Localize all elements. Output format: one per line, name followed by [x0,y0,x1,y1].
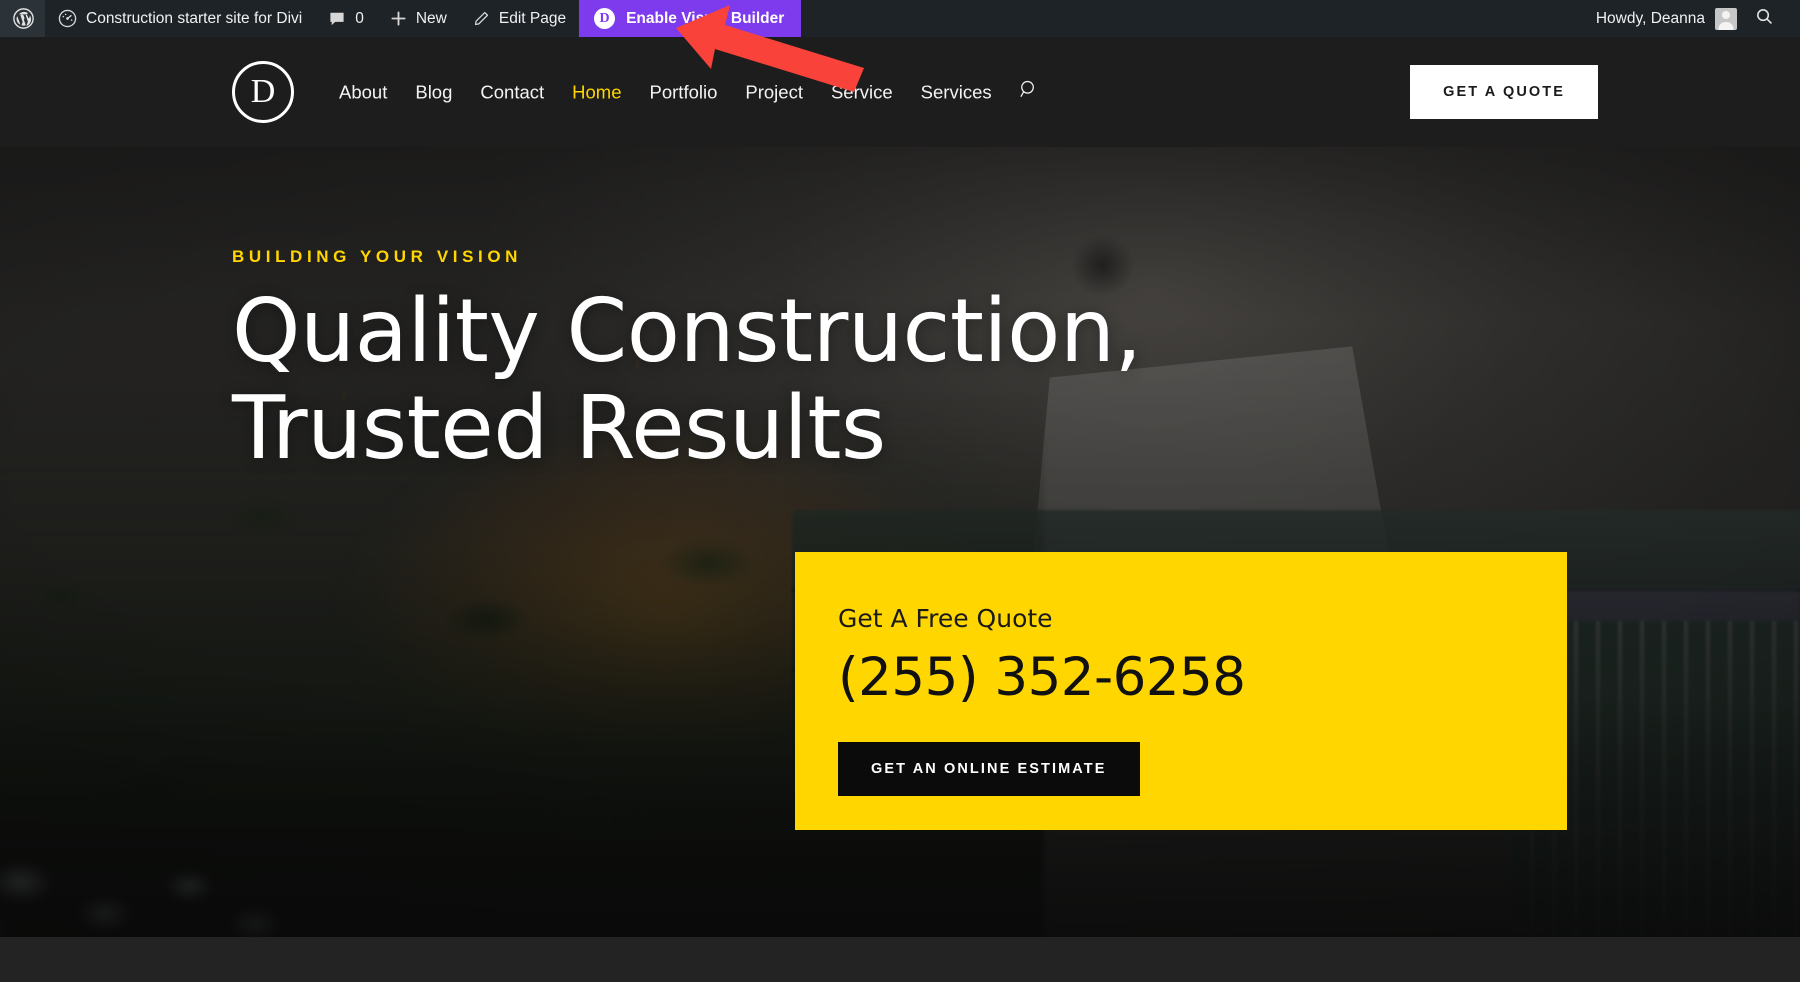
dashboard-speedometer-icon [58,9,77,28]
page-footer-strip [0,937,1800,982]
hero-eyebrow: BUILDING YOUR VISION [232,247,523,266]
get-a-quote-button[interactable]: GET A QUOTE [1410,65,1598,119]
comments-count: 0 [355,9,364,27]
search-icon [1755,7,1774,31]
search-icon [1018,79,1040,106]
site-logo[interactable]: D [232,61,294,123]
site-header: D About Blog Contact Home Portfolio Proj… [0,37,1800,147]
free-quote-title: Get A Free Quote [838,604,1053,633]
admin-search-button[interactable] [1747,0,1786,37]
nav-item-portfolio[interactable]: Portfolio [636,81,732,103]
account-menu[interactable]: Howdy, Deanna [1586,0,1747,37]
new-content-menu[interactable]: New [377,0,460,37]
hero-section: BUILDING YOUR VISION Quality Constructio… [0,147,1800,937]
howdy-label: Howdy, Deanna [1595,9,1705,27]
divi-d-icon: D [594,8,616,29]
hero-headline-line-2: Trusted Results [232,376,886,479]
wordpress-logo-menu[interactable] [0,0,45,37]
free-quote-phone[interactable]: (255) 352-6258 [838,647,1567,708]
nav-search-button[interactable] [1006,79,1040,106]
wordpress-icon [13,8,34,29]
enable-visual-builder-label: Enable Visual Builder [626,9,785,27]
primary-navigation: About Blog Contact Home Portfolio Projec… [325,79,1040,106]
site-name-label: Construction starter site for Divi [86,9,303,27]
new-label: New [415,9,447,27]
hero-content: BUILDING YOUR VISION Quality Constructio… [0,147,1800,937]
admin-bar-left-group: Construction starter site for Divi 0 New [0,0,802,37]
nav-item-home[interactable]: Home [558,81,635,103]
edit-page-label: Edit Page [498,9,567,27]
enable-visual-builder-button[interactable]: D Enable Visual Builder [579,0,802,37]
nav-item-project[interactable]: Project [731,81,817,103]
free-quote-card: Get A Free Quote (255) 352-6258 GET AN O… [795,552,1567,830]
get-an-online-estimate-button[interactable]: GET AN ONLINE ESTIMATE [838,742,1140,796]
nav-item-services[interactable]: Services [907,81,1006,103]
nav-item-blog[interactable]: Blog [401,81,466,103]
hero-headline-line-1: Quality Construction, [232,280,1142,382]
pencil-icon [473,10,490,27]
site-name-menu[interactable]: Construction starter site for Divi [45,0,315,37]
comment-bubble-icon [328,10,346,28]
nav-item-service[interactable]: Service [817,81,907,103]
admin-bar-right-group: Howdy, Deanna [1586,0,1800,37]
wp-admin-bar: Construction starter site for Divi 0 New [0,0,1800,37]
hero-headline: Quality Construction, Trusted Results [232,287,1142,472]
edit-page-link[interactable]: Edit Page [460,0,579,37]
plus-icon [390,10,407,27]
nav-item-about[interactable]: About [325,81,401,103]
nav-item-contact[interactable]: Contact [466,81,558,103]
avatar-icon [1715,7,1737,30]
comments-menu[interactable]: 0 [315,0,377,37]
